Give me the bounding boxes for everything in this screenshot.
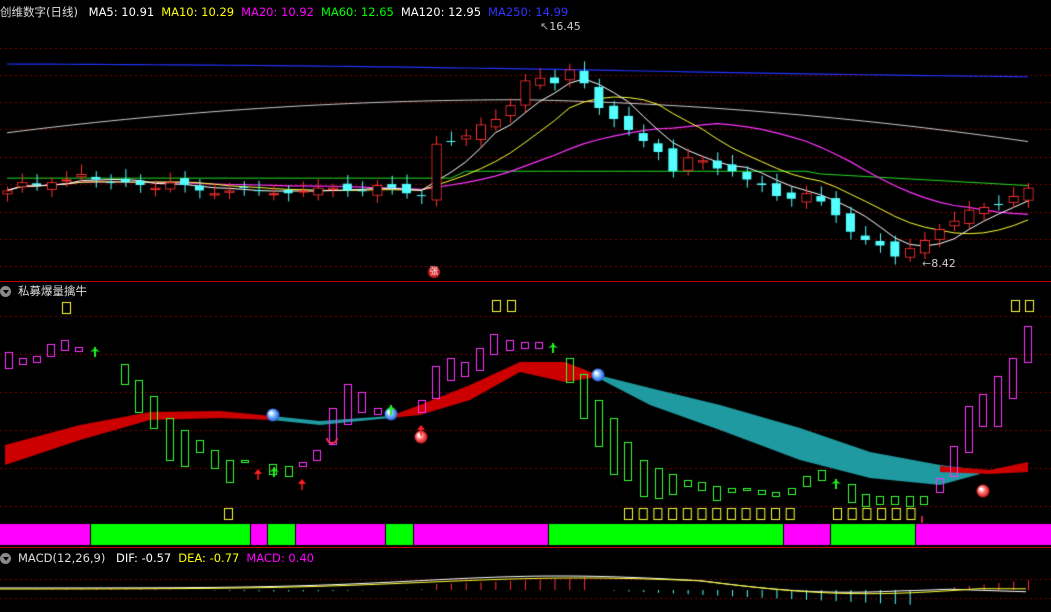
ma-legend-item: MA250: 14.99 — [488, 5, 569, 19]
ma-legend-item: MA60: 12.65 — [320, 5, 394, 19]
panel-separator — [0, 547, 1051, 548]
indicator-panel-title: 私募爆量擒牛 — [18, 284, 87, 298]
ma-legend-item: MA20: 10.92 — [241, 5, 314, 19]
high-price-label: ↖16.45 — [540, 20, 581, 33]
dropdown-icon[interactable] — [0, 286, 11, 297]
macd-legend-item: DIF: -0.57 — [116, 551, 172, 565]
indicator-panel-header: 私募爆量擒牛 — [0, 282, 94, 300]
macd-panel-header: MACD(12,26,9) DIF: -0.57 DEA: -0.77 MACD: … — [0, 549, 328, 567]
ma-legend-item: MA5: 10.91 — [88, 5, 155, 19]
dropdown-icon[interactable] — [0, 553, 11, 564]
macd-legend-item: DEA: -0.77 — [178, 551, 240, 565]
panel-separator — [0, 281, 1051, 282]
stock-chart-canvas[interactable] — [0, 0, 1051, 612]
ma-legend-item: MA120: 12.95 — [400, 5, 482, 19]
price-panel-title: 创维数字(日线) — [0, 5, 78, 19]
low-price-label: ←8.42 — [922, 257, 956, 270]
ma-legend-item: MA10: 10.29 — [161, 5, 235, 19]
macd-legend-item: MACD: 0.40 — [246, 551, 314, 565]
macd-panel-title: MACD(12,26,9) — [18, 551, 106, 565]
price-panel-header: 创维数字(日线) MA5: 10.91 MA10: 10.29 MA20: 10.9… — [0, 3, 582, 21]
